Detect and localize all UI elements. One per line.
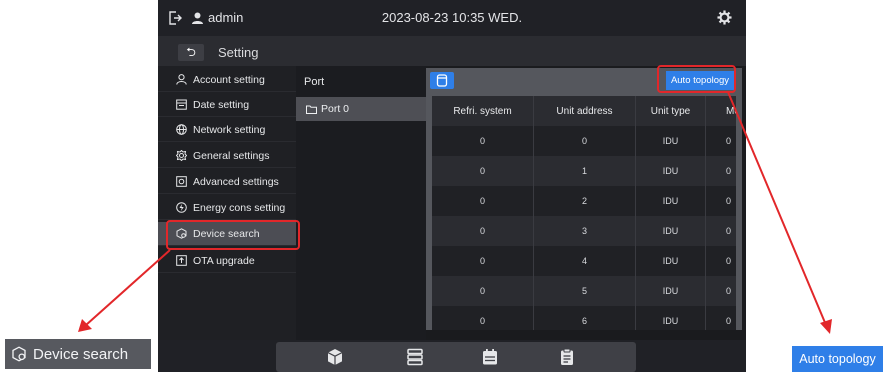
table-cell: 0 bbox=[432, 306, 534, 330]
advanced-settings-icon bbox=[176, 176, 187, 187]
port-list: Port Port 0 bbox=[296, 66, 426, 356]
table-cell: 4 bbox=[534, 246, 636, 276]
sidebar-item-energy-cons-setting[interactable]: Energy cons setting bbox=[158, 196, 296, 220]
table-cell: IDU bbox=[636, 216, 706, 246]
device-search-icon bbox=[12, 346, 26, 362]
table-cell: 0 bbox=[432, 246, 534, 276]
table-header-row: Refri. system Unit address Unit type Mod bbox=[432, 96, 736, 126]
port-list-header: Port bbox=[304, 76, 325, 88]
table-cell: 2 bbox=[534, 186, 636, 216]
sidebar-item-label: Advanced settings bbox=[193, 175, 279, 188]
device-table-panel: Auto topology Refri. system Unit address… bbox=[426, 68, 742, 330]
column-header: Mod bbox=[706, 96, 736, 126]
column-header: Unit type bbox=[636, 96, 706, 126]
column-header: Unit address bbox=[534, 96, 636, 126]
port-item-label: Port 0 bbox=[321, 103, 350, 115]
calendar-schedule-icon[interactable] bbox=[481, 348, 499, 366]
list-icon[interactable] bbox=[406, 348, 424, 366]
cube-icon[interactable] bbox=[326, 348, 344, 366]
sidebar-item-label: Network setting bbox=[193, 123, 266, 136]
datetime: 2023-08-23 10:35 WED. bbox=[381, 10, 523, 25]
device-search-callout: Device search bbox=[5, 339, 151, 369]
table-cell: IDU bbox=[636, 306, 706, 330]
energy-icon bbox=[176, 202, 187, 213]
calendar-icon bbox=[176, 99, 187, 110]
sidebar-item-date-setting[interactable]: Date setting bbox=[158, 93, 296, 117]
table-cell: 0 bbox=[706, 156, 736, 186]
table-cell: 0 bbox=[534, 126, 636, 156]
table-cell: 0 bbox=[432, 186, 534, 216]
upgrade-icon bbox=[176, 255, 187, 266]
table-cell: 0 bbox=[706, 216, 736, 246]
table-cell: IDU bbox=[636, 276, 706, 306]
page-title: Setting bbox=[218, 45, 259, 60]
table-cell: 0 bbox=[432, 216, 534, 246]
table-cell: 0 bbox=[432, 276, 534, 306]
highlight-box bbox=[166, 220, 300, 250]
table-cell: IDU bbox=[636, 126, 706, 156]
sidebar-item-label: General settings bbox=[193, 149, 270, 162]
top-bar: admin 2023-08-23 10:35 WED. bbox=[158, 0, 746, 36]
title-bar: ⮌ Setting bbox=[158, 36, 746, 66]
settings-sidebar: Account setting Date setting Network set… bbox=[158, 66, 296, 356]
database-icon bbox=[436, 74, 448, 87]
table-cell: 0 bbox=[432, 126, 534, 156]
table-row[interactable]: 0 5 IDU 0 bbox=[432, 276, 736, 306]
folder-icon bbox=[306, 105, 317, 114]
clipboard-icon[interactable] bbox=[558, 348, 576, 366]
sidebar-item-advanced-settings[interactable]: Advanced settings bbox=[158, 170, 296, 194]
table-cell: IDU bbox=[636, 156, 706, 186]
sidebar-item-network-setting[interactable]: Network setting bbox=[158, 118, 296, 142]
table-cell: 5 bbox=[534, 276, 636, 306]
table-row[interactable]: 0 3 IDU 0 bbox=[432, 216, 736, 246]
port-item[interactable]: Port 0 bbox=[296, 97, 426, 121]
globe-icon bbox=[176, 124, 187, 135]
table-cell: 1 bbox=[534, 156, 636, 186]
table-row[interactable]: 0 0 IDU 0 bbox=[432, 126, 736, 156]
gear-icon[interactable] bbox=[717, 10, 732, 25]
table-cell: 0 bbox=[706, 186, 736, 216]
table-cell: 0 bbox=[432, 156, 534, 186]
table-cell: 3 bbox=[534, 216, 636, 246]
cog-outline-icon bbox=[176, 150, 187, 161]
sidebar-item-account-setting[interactable]: Account setting bbox=[158, 68, 296, 92]
controller-screen: admin 2023-08-23 10:35 WED. ⮌ Setting Ac… bbox=[158, 0, 746, 372]
table-cell: IDU bbox=[636, 246, 706, 276]
database-button[interactable] bbox=[430, 72, 454, 89]
bottom-dock bbox=[276, 342, 636, 372]
table-row[interactable]: 0 2 IDU 0 bbox=[432, 186, 736, 216]
sidebar-item-label: Energy cons setting bbox=[193, 201, 286, 214]
callout-label: Device search bbox=[33, 345, 129, 363]
table-cell: IDU bbox=[636, 186, 706, 216]
table-cell: 0 bbox=[706, 306, 736, 330]
table-row[interactable]: 0 4 IDU 0 bbox=[432, 246, 736, 276]
device-table: Refri. system Unit address Unit type Mod… bbox=[432, 96, 736, 330]
sidebar-item-label: Account setting bbox=[193, 73, 265, 86]
table-cell: 0 bbox=[706, 246, 736, 276]
table-row[interactable]: 0 6 IDU 0 bbox=[432, 306, 736, 330]
table-cell: 0 bbox=[706, 276, 736, 306]
back-button[interactable]: ⮌ bbox=[178, 44, 204, 61]
highlight-box bbox=[657, 65, 736, 93]
table-row[interactable]: 0 1 IDU 0 bbox=[432, 156, 736, 186]
sidebar-item-label: Date setting bbox=[193, 98, 250, 111]
sidebar-item-label: OTA upgrade bbox=[193, 254, 255, 267]
sidebar-item-ota-upgrade[interactable]: OTA upgrade bbox=[158, 249, 296, 273]
sidebar-item-general-settings[interactable]: General settings bbox=[158, 144, 296, 168]
user-outline-icon bbox=[176, 74, 187, 85]
column-header: Refri. system bbox=[432, 96, 534, 126]
table-cell: 6 bbox=[534, 306, 636, 330]
table-cell: 0 bbox=[706, 126, 736, 156]
bottom-bar bbox=[158, 340, 746, 372]
auto-topology-callout: Auto topology bbox=[792, 346, 883, 372]
